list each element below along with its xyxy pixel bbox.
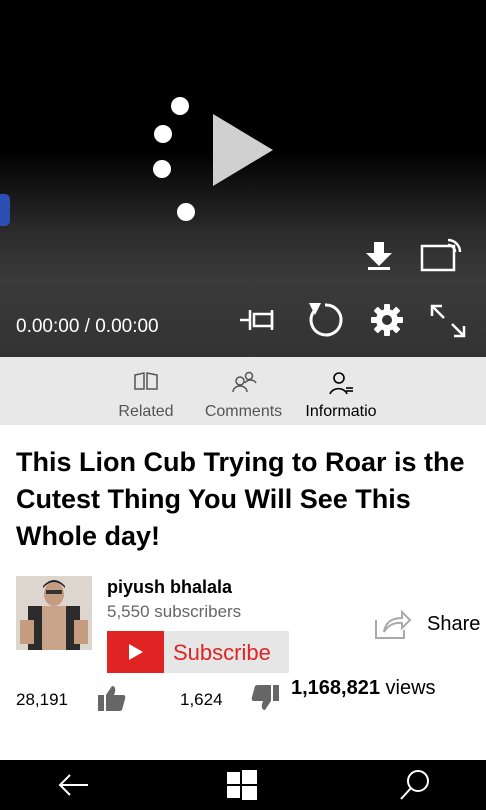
person-icon bbox=[329, 372, 353, 395]
tab-comments-label: Comments bbox=[204, 403, 283, 420]
back-icon[interactable] bbox=[56, 768, 90, 802]
replay-icon[interactable] bbox=[305, 301, 345, 339]
tab-information-label: Informatio bbox=[305, 403, 377, 420]
cast-icon[interactable] bbox=[420, 238, 462, 272]
tab-bar: Related Comments Informatio bbox=[0, 357, 486, 425]
tab-comments[interactable]: Comments bbox=[196, 357, 291, 425]
thumbs-down-icon[interactable] bbox=[251, 684, 279, 712]
tab-information[interactable]: Informatio bbox=[296, 357, 386, 425]
dislike-count: 1,624 bbox=[180, 690, 223, 709]
windows-start-icon[interactable] bbox=[227, 770, 257, 800]
tab-related-label: Related bbox=[118, 403, 174, 420]
video-player[interactable]: 0.00:00 / 0.00:00 bbox=[0, 0, 486, 357]
seek-handle[interactable] bbox=[0, 194, 10, 226]
share-button[interactable]: Share bbox=[372, 606, 486, 642]
view-count: 1,168,821 views bbox=[291, 677, 436, 700]
subscribe-label: Subscribe bbox=[173, 640, 271, 665]
view-count-label: views bbox=[385, 677, 436, 699]
comments-icon bbox=[231, 371, 257, 393]
channel-avatar-image bbox=[16, 576, 92, 650]
system-nav-bar bbox=[0, 760, 486, 810]
pin-icon[interactable] bbox=[240, 306, 280, 334]
time-display: 0.00:00 / 0.00:00 bbox=[16, 316, 159, 337]
fullscreen-icon[interactable] bbox=[430, 304, 466, 338]
avatar[interactable] bbox=[16, 576, 92, 650]
youtube-play-icon bbox=[107, 631, 164, 673]
view-count-number: 1,168,821 bbox=[291, 677, 380, 699]
like-count: 28,191 bbox=[16, 690, 68, 709]
play-icon[interactable] bbox=[213, 114, 275, 186]
subscriber-count: 5,550 subscribers bbox=[107, 602, 242, 621]
channel-name[interactable]: piyush bhalala bbox=[107, 577, 232, 598]
download-icon[interactable] bbox=[364, 242, 394, 270]
thumbs-up-icon[interactable] bbox=[98, 684, 126, 712]
share-label: Share bbox=[427, 613, 481, 635]
subscribe-button[interactable]: Subscribe bbox=[107, 631, 289, 673]
tab-related[interactable]: Related bbox=[105, 357, 187, 425]
settings-icon[interactable] bbox=[370, 303, 404, 337]
search-icon[interactable] bbox=[398, 768, 432, 802]
related-icon bbox=[134, 372, 158, 390]
share-icon bbox=[375, 609, 412, 639]
video-title: This Lion Cub Trying to Roar is the Cute… bbox=[16, 447, 465, 551]
